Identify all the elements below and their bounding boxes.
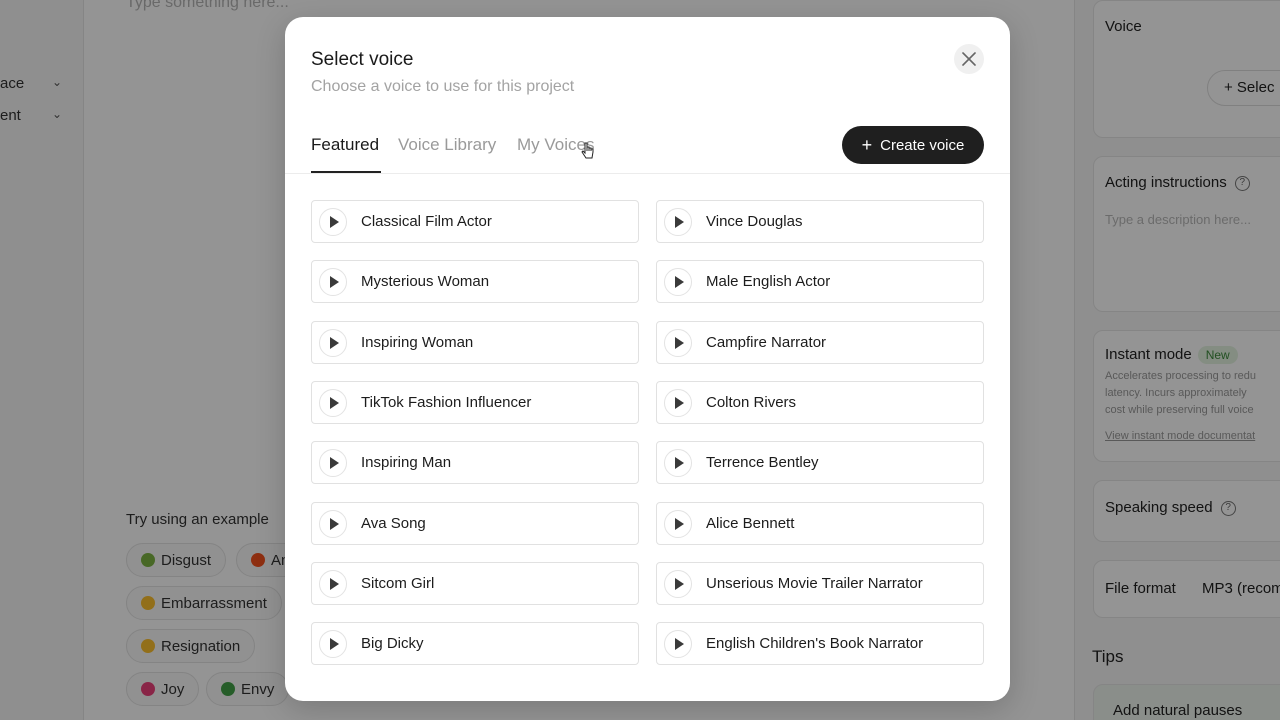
voice-item[interactable]: English Children's Book Narrator — [656, 622, 984, 665]
voice-item[interactable]: Campfire Narrator — [656, 321, 984, 364]
voice-item[interactable]: Mysterious Woman — [311, 260, 639, 303]
voice-name: Classical Film Actor — [361, 213, 492, 230]
voice-name: Mysterious Woman — [361, 273, 490, 290]
play-icon — [329, 215, 339, 228]
play-preview-button[interactable] — [664, 569, 692, 598]
voice-name: Campfire Narrator — [706, 334, 827, 351]
play-icon — [674, 637, 684, 650]
close-button[interactable] — [954, 44, 984, 74]
voice-name: Alice Bennett — [706, 515, 795, 532]
voice-item[interactable]: TikTok Fashion Influencer — [311, 381, 639, 424]
voice-item[interactable]: Vince Douglas — [656, 200, 984, 243]
play-preview-button[interactable] — [664, 448, 692, 477]
voice-item[interactable]: Terrence Bentley — [656, 441, 984, 484]
mouse-cursor-icon — [581, 142, 594, 159]
voice-name: Big Dicky — [361, 635, 424, 652]
play-preview-button[interactable] — [319, 267, 347, 296]
voice-item[interactable]: Male English Actor — [656, 260, 984, 303]
play-preview-button[interactable] — [664, 267, 692, 296]
voice-name: Ava Song — [361, 515, 426, 532]
play-icon — [329, 456, 339, 469]
play-icon — [674, 396, 684, 409]
modal-title: Select voice — [311, 49, 414, 70]
voice-item[interactable]: Classical Film Actor — [311, 200, 639, 243]
play-preview-button[interactable] — [319, 629, 347, 658]
play-preview-button[interactable] — [319, 388, 347, 417]
play-icon — [674, 517, 684, 530]
play-icon — [674, 275, 684, 288]
close-icon — [962, 52, 976, 66]
voice-name: Inspiring Man — [361, 454, 452, 471]
play-icon — [329, 336, 339, 349]
play-icon — [329, 275, 339, 288]
voice-name: Terrence Bentley — [706, 454, 819, 471]
voice-item[interactable]: Ava Song — [311, 502, 639, 545]
voice-name: Unserious Movie Trailer Narrator — [706, 575, 923, 592]
tab-featured[interactable]: Featured — [311, 135, 379, 155]
select-voice-modal: Select voice Choose a voice to use for t… — [285, 17, 1010, 701]
play-icon — [674, 336, 684, 349]
play-preview-button[interactable] — [319, 509, 347, 538]
voice-name: Male English Actor — [706, 273, 831, 290]
voice-name: TikTok Fashion Influencer — [361, 394, 532, 411]
voice-name: Colton Rivers — [706, 394, 797, 411]
play-preview-button[interactable] — [664, 509, 692, 538]
play-preview-button[interactable] — [319, 328, 347, 357]
voice-item[interactable]: Big Dicky — [311, 622, 639, 665]
play-icon — [329, 577, 339, 590]
voice-name: Sitcom Girl — [361, 575, 435, 592]
play-preview-button[interactable] — [664, 207, 692, 236]
voice-item[interactable]: Alice Bennett — [656, 502, 984, 545]
voice-item[interactable]: Colton Rivers — [656, 381, 984, 424]
play-icon — [674, 215, 684, 228]
voice-name: Inspiring Woman — [361, 334, 474, 351]
play-preview-button[interactable] — [319, 569, 347, 598]
voice-item[interactable]: Inspiring Woman — [311, 321, 639, 364]
play-preview-button[interactable] — [319, 207, 347, 236]
play-icon — [329, 517, 339, 530]
tab-voice-library[interactable]: Voice Library — [398, 135, 496, 155]
play-icon — [674, 456, 684, 469]
voice-item[interactable]: Sitcom Girl — [311, 562, 639, 605]
voice-item[interactable]: Unserious Movie Trailer Narrator — [656, 562, 984, 605]
create-voice-label: Create voice — [880, 136, 965, 154]
voice-item[interactable]: Inspiring Man — [311, 441, 639, 484]
create-voice-button[interactable]: + Create voice — [842, 126, 984, 164]
voice-name: English Children's Book Narrator — [706, 635, 924, 652]
play-icon — [329, 637, 339, 650]
play-preview-button[interactable] — [664, 328, 692, 357]
voice-name: Vince Douglas — [706, 213, 803, 230]
plus-icon: + — [861, 135, 873, 155]
play-icon — [329, 396, 339, 409]
modal-subtitle: Choose a voice to use for this project — [311, 78, 575, 95]
play-preview-button[interactable] — [664, 388, 692, 417]
play-icon — [674, 577, 684, 590]
play-preview-button[interactable] — [319, 448, 347, 477]
play-preview-button[interactable] — [664, 629, 692, 658]
tabs-divider — [285, 173, 1010, 174]
